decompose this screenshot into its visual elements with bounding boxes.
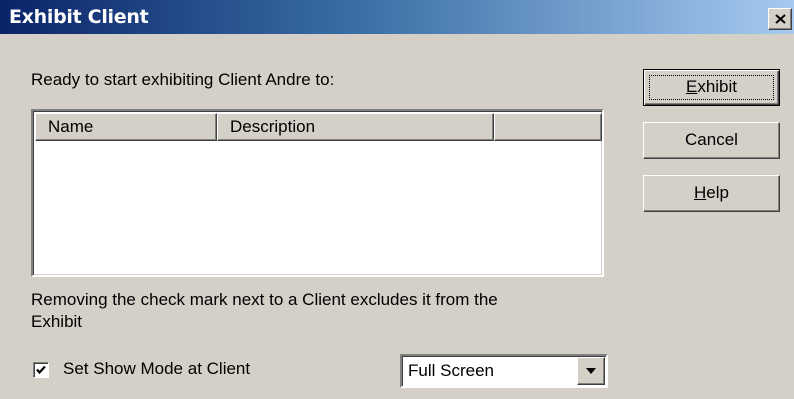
- show-mode-select[interactable]: Full Screen: [400, 354, 608, 388]
- cancel-button-label: Cancel: [685, 130, 738, 149]
- checkmark-icon: [36, 365, 46, 375]
- window-title: Exhibit Client: [9, 6, 149, 28]
- list-header: Name Description: [35, 113, 602, 141]
- close-icon: [775, 14, 786, 24]
- exhibit-button-label: Exhibit: [685, 77, 738, 96]
- show-mode-select-value: Full Screen: [408, 361, 494, 380]
- hint-text-line1: Removing the check mark next to a Client…: [31, 290, 498, 309]
- column-header-extra[interactable]: [494, 113, 602, 141]
- cancel-button[interactable]: Cancel: [643, 122, 780, 159]
- dropdown-button[interactable]: [577, 357, 605, 385]
- intro-label: Ready to start exhibiting Client Andre t…: [31, 70, 335, 89]
- show-mode-label[interactable]: Set Show Mode at Client: [63, 359, 250, 379]
- show-mode-checkbox[interactable]: [33, 362, 49, 378]
- exhibit-button[interactable]: Exhibit: [643, 69, 780, 106]
- client-list[interactable]: Name Description: [31, 109, 604, 277]
- title-bar[interactable]: Exhibit Client: [0, 0, 794, 34]
- column-header-description[interactable]: Description: [217, 113, 494, 141]
- hint-text-line2: Exhibit: [31, 312, 83, 331]
- help-button-label: Help: [694, 183, 729, 202]
- column-header-name[interactable]: Name: [35, 113, 217, 141]
- exhibit-client-dialog: Exhibit Client Ready to start exhibiting…: [0, 0, 794, 399]
- help-button[interactable]: Help: [643, 175, 780, 212]
- chevron-down-icon: [586, 368, 596, 374]
- close-button[interactable]: [768, 8, 792, 30]
